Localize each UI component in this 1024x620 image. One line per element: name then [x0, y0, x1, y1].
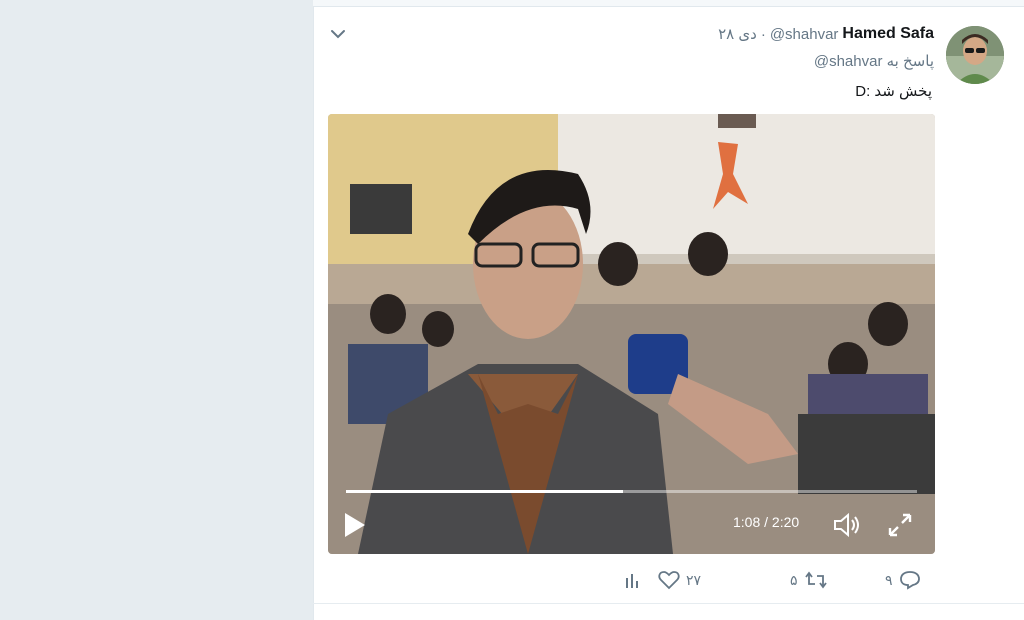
tweet-divider — [313, 603, 1024, 604]
reply-prefix: پاسخ به — [886, 53, 934, 70]
like-count: ۲۷ — [686, 571, 702, 588]
author-handle[interactable]: @shahvar — [770, 26, 839, 43]
retweet-button[interactable]: ۵ — [790, 568, 828, 592]
like-button[interactable]: ۲۷ — [658, 568, 701, 592]
play-icon[interactable] — [343, 511, 367, 539]
video-player[interactable] — [328, 114, 935, 554]
analytics-icon — [626, 574, 638, 588]
heart-icon — [658, 571, 680, 590]
reply-mention[interactable]: @shahvar — [814, 53, 883, 70]
avatar[interactable] — [946, 26, 1004, 84]
video-time-readout: 1:08 / 2:20 — [733, 514, 800, 530]
volume-icon[interactable] — [833, 512, 861, 538]
reply-icon — [899, 571, 920, 590]
video-frame — [328, 114, 935, 554]
reply-button[interactable]: ۹ — [885, 568, 921, 592]
analytics-button[interactable] — [624, 568, 640, 592]
video-progress-fill — [346, 490, 623, 493]
tweet-header: ۲۸ دی · @shahvar Hamed Safa — [718, 24, 934, 44]
tweet-text: پخش شد :D — [855, 83, 932, 100]
tweet-time[interactable]: ۲۸ دی — [718, 25, 757, 43]
fullscreen-icon[interactable] — [886, 511, 914, 539]
video-progress-bar[interactable] — [346, 490, 917, 493]
author-name[interactable]: Hamed Safa — [842, 25, 934, 43]
reply-count: ۹ — [885, 571, 893, 588]
chevron-down-icon[interactable] — [330, 26, 346, 42]
retweet-count: ۵ — [790, 571, 798, 588]
separator-dot: · — [760, 25, 766, 43]
retweet-icon — [804, 571, 827, 589]
reply-context: @shahvar پاسخ به — [814, 52, 934, 72]
left-gutter — [0, 0, 313, 619]
